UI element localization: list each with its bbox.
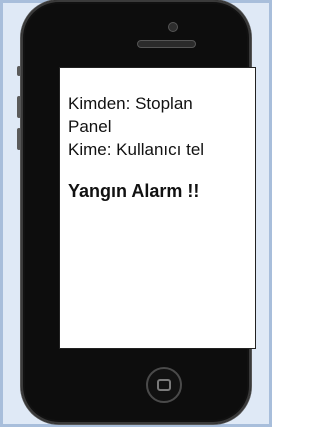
camera-icon xyxy=(168,22,178,32)
home-button[interactable] xyxy=(146,367,182,403)
phone-body: Kimden: Stoplan Panel Kime: Kullanıcı te… xyxy=(21,0,256,424)
speaker-icon xyxy=(137,40,196,48)
home-button-icon xyxy=(157,379,171,391)
sender-line-2: Panel xyxy=(68,117,112,136)
alert-message: Yangın Alarm !! xyxy=(68,181,200,201)
recipient-line: Kime: Kullanıcı tel xyxy=(68,140,205,159)
phone-screen: Kimden: Stoplan Panel Kime: Kullanıcı te… xyxy=(59,67,256,349)
sender-line-1: Kimden: Stoplan xyxy=(68,94,193,113)
